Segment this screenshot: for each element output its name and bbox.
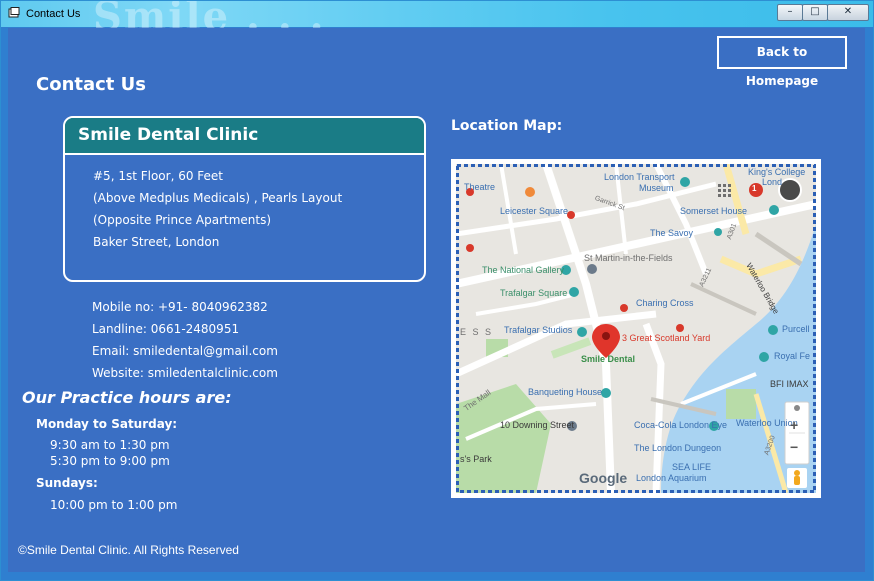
page-title: Contact Us (36, 74, 147, 95)
map-label-transport-museum-2: Museum (639, 183, 674, 193)
back-to-homepage-button[interactable]: Back to Homepage (717, 36, 847, 88)
address-line-3: (Opposite Prince Apartments) (93, 213, 272, 227)
map-label-smile-dental: Smile Dental (581, 354, 636, 364)
map-label-banqueting-house: Banqueting House (528, 387, 603, 397)
map-label-trafalgar-studios: Trafalgar Studios (504, 325, 573, 335)
title-bar[interactable]: Smile . . . Contact Us – □ ✕ (1, 1, 873, 40)
map-label-the-savoy: The Savoy (650, 228, 694, 238)
notification-badge: 1 (752, 184, 757, 193)
map-canvas[interactable]: Theatre London Transport Museum King's C… (456, 164, 816, 493)
map-label-sea-life-2: London Aquarium (636, 473, 707, 483)
app-window: Smile . . . Contact Us – □ ✕ Back to Hom… (0, 0, 874, 581)
sunday-hours-label: Sundays: (36, 476, 98, 490)
map-label-transport-museum-1: London Transport (604, 172, 675, 182)
address-line-4: Baker Street, London (93, 235, 220, 249)
location-map-label: Location Map: (451, 118, 563, 134)
map-label-london-eye: Coca-Cola London Eye (634, 420, 728, 430)
zoom-in-button[interactable]: + (790, 417, 798, 433)
contact-page: Back to Homepage Contact Us Smile Dental… (8, 28, 865, 572)
map-label-london-dungeon: The London Dungeon (634, 443, 722, 453)
window-title: Contact Us (26, 8, 81, 20)
map-label-somerset-house: Somerset House (680, 206, 748, 216)
maximize-button[interactable]: □ (802, 4, 828, 21)
map-label-royal-festival: Royal Fe (774, 351, 811, 361)
map-label-park: s's Park (460, 454, 492, 464)
mobile-number: Mobile no: +91- 8040962382 (92, 300, 268, 314)
map-label-sea-life-1: SEA LIFE (672, 462, 712, 472)
map-label-st-martin: St Martin-in-the-Fields (584, 253, 673, 263)
weekday-hours-label: Monday to Saturday: (36, 417, 178, 431)
google-logo: Google (579, 470, 628, 486)
minimize-button[interactable]: – (777, 4, 803, 21)
map-label-leicester-square: Leicester Square (500, 206, 569, 216)
map-label-kings-college-1: King's College (748, 167, 806, 177)
map-label-purcell: Purcell (782, 324, 810, 334)
address-line-2: (Above Medplus Medicals) , Pearls Layout (93, 191, 343, 205)
map-label-national-gallery: The National Gallery (482, 265, 565, 275)
map-label-charing-cross: Charing Cross (636, 298, 694, 308)
app-icon (8, 7, 20, 18)
practice-hours-title: Our Practice hours are: (22, 388, 232, 407)
clinic-name: Smile Dental Clinic (78, 125, 259, 145)
map-label-downing-street: 10 Downing Street (500, 420, 575, 430)
clinic-card: Smile Dental Clinic #5, 1st Floor, 60 Fe… (63, 116, 426, 282)
weekday-hours-evening: 5:30 pm to 9:00 pm (50, 454, 170, 468)
close-button[interactable]: ✕ (827, 4, 869, 21)
map-label-theatre: Theatre (464, 182, 496, 192)
weekday-hours-morning: 9:30 am to 1:30 pm (50, 438, 170, 452)
address-line-1: #5, 1st Floor, 60 Feet (93, 169, 224, 183)
map-label-es: E S S (460, 327, 494, 337)
map-label-kings-college-2: Lond (762, 177, 783, 187)
map-label-waterloo-union: Waterloo Union (736, 418, 798, 428)
email-address: Email: smiledental@gmail.com (92, 344, 278, 358)
sunday-hours: 10:00 pm to 1:00 pm (50, 498, 178, 512)
location-map[interactable]: Theatre London Transport Museum King's C… (451, 159, 821, 498)
zoom-out-button[interactable]: − (790, 439, 798, 455)
map-label-bfi-imax: BFI IMAX (770, 379, 809, 389)
footer-copyright: ©Smile Dental Clinic. All Rights Reserve… (18, 543, 239, 557)
clinic-card-header: Smile Dental Clinic (65, 118, 424, 155)
website-address: Website: smiledentalclinic.com (92, 366, 278, 380)
map-label-scotland-yard: 3 Great Scotland Yard (622, 333, 711, 343)
map-label-trafalgar-square: Trafalgar Square (500, 288, 568, 298)
landline-number: Landline: 0661-2480951 (92, 322, 240, 336)
